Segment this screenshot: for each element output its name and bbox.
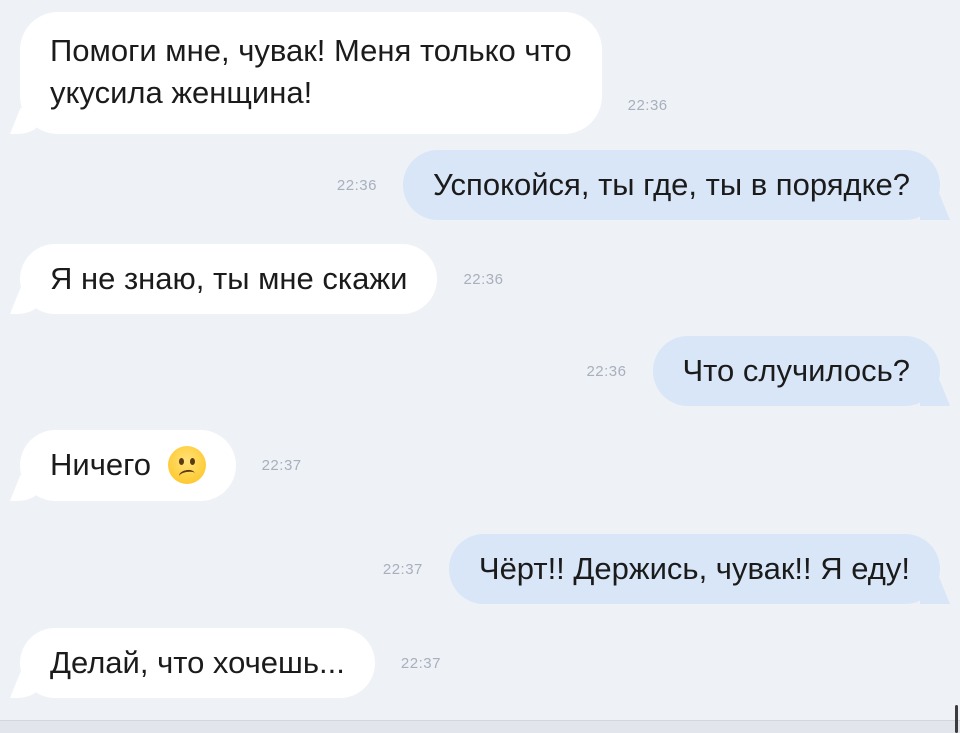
message-timestamp: 22:37 (382, 560, 423, 578)
message-incoming: Делай, что хочешь... 22:37 (20, 628, 441, 698)
message-bubble[interactable]: Что случилось? (652, 336, 940, 406)
message-text: Я не знаю, ты мне скажи (50, 261, 408, 296)
bottom-edge-bar (0, 720, 960, 733)
message-text-line: укусила женщина! (50, 75, 313, 110)
message-bubble[interactable]: Успокойся, ты где, ты в порядке? (402, 150, 940, 220)
message-timestamp: 22:37 (400, 654, 441, 672)
message-timestamp: 22:36 (586, 362, 627, 380)
message-timestamp: 22:36 (463, 270, 504, 288)
scrollbar-thumb[interactable] (955, 705, 958, 733)
message-incoming: Ничего 22:37 (20, 430, 302, 501)
message-timestamp: 22:36 (627, 97, 668, 114)
message-bubble[interactable]: Делай, что хочешь... (20, 628, 375, 698)
message-bubble[interactable]: Ничего (20, 430, 236, 501)
message-bubble[interactable]: Чёрт!! Держись, чувак!! Я еду! (448, 534, 940, 604)
message-bubble[interactable]: Я не знаю, ты мне скажи (20, 244, 438, 314)
message-bubble[interactable]: Помоги мне, чувак! Меня только что укуси… (20, 12, 602, 134)
message-outgoing: 22:36 Успокойся, ты где, ты в порядке? (337, 150, 940, 220)
message-timestamp: 22:36 (336, 176, 377, 194)
message-text: Чёрт!! Держись, чувак!! Я еду! (478, 551, 910, 586)
message-incoming: Помоги мне, чувак! Меня только что укуси… (20, 12, 668, 134)
message-incoming: Я не знаю, ты мне скажи 22:36 (20, 244, 504, 314)
message-outgoing: 22:37 Чёрт!! Держись, чувак!! Я еду! (383, 534, 940, 604)
message-text: Что случилось? (682, 353, 911, 388)
message-text: Успокойся, ты где, ты в порядке? (432, 167, 910, 202)
chat-window: Помоги мне, чувак! Меня только что укуси… (0, 0, 960, 733)
message-text: Делай, что хочешь... (50, 645, 345, 680)
message-outgoing: 22:36 Что случилось? (586, 336, 940, 406)
message-text: Ничего (50, 447, 151, 482)
message-timestamp: 22:37 (261, 456, 302, 474)
message-text-line: Помоги мне, чувак! Меня только что (50, 33, 572, 68)
confused-face-icon (167, 445, 206, 484)
